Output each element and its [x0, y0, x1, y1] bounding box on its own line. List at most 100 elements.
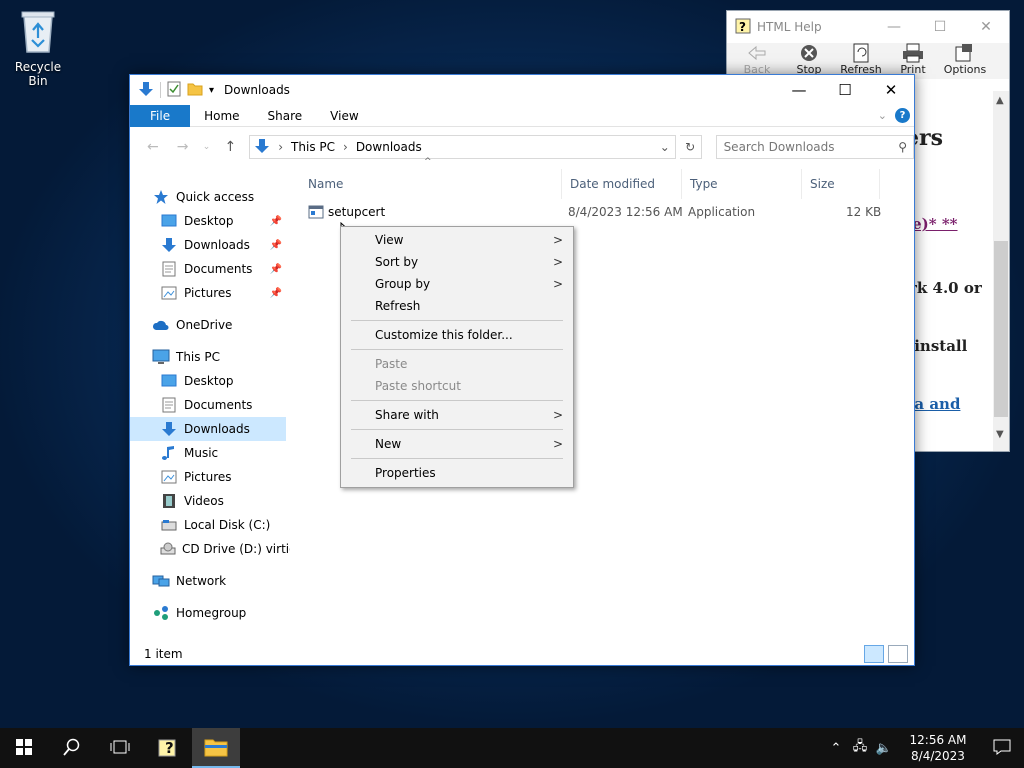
menu-item-sort-by[interactable]: Sort by >: [341, 251, 573, 273]
tab-home[interactable]: Home: [190, 105, 253, 127]
nav-pc-videos[interactable]: Videos: [160, 489, 286, 513]
search-taskbar-button[interactable]: [48, 728, 96, 768]
task-view-button[interactable]: [96, 728, 144, 768]
nav-qa-downloads[interactable]: Downloads 📌: [160, 233, 286, 257]
nav-qa-pictures[interactable]: Pictures 📌: [160, 281, 286, 305]
details-view-icon[interactable]: [864, 645, 884, 663]
scroll-up-icon[interactable]: ▲: [996, 95, 1004, 106]
explorer-maximize-button[interactable]: ☐: [822, 75, 868, 105]
qa-dropdown-icon[interactable]: ▾: [209, 85, 214, 96]
column-type[interactable]: Type: [682, 169, 802, 199]
tab-view[interactable]: View: [316, 105, 372, 127]
menu-item-properties[interactable]: Properties: [341, 462, 573, 484]
options-icon: [939, 43, 991, 63]
recent-locations-icon[interactable]: ⌄: [200, 142, 214, 152]
taskbar-html-help[interactable]: ?: [144, 728, 192, 768]
help-close-button[interactable]: ✕: [963, 19, 1009, 35]
breadcrumb-separator[interactable]: ›: [278, 140, 283, 154]
menu-item-refresh[interactable]: Refresh: [341, 295, 573, 317]
svg-text:?: ?: [165, 739, 174, 757]
nav-onedrive[interactable]: OneDrive: [152, 313, 308, 337]
menu-item-new[interactable]: New >: [341, 433, 573, 455]
volume-muted-icon[interactable]: 🔈: [872, 741, 896, 756]
clock[interactable]: 12:56 AM 8/4/2023: [896, 732, 980, 764]
nav-homegroup[interactable]: Homegroup: [152, 601, 308, 625]
application-icon: [308, 205, 324, 219]
back-button[interactable]: ←: [140, 139, 166, 155]
file-row[interactable]: setupcert 8/4/2023 12:56 AM Application …: [300, 199, 900, 225]
nav-qa-desktop[interactable]: Desktop 📌: [160, 209, 286, 233]
pin-icon[interactable]: 📌: [270, 288, 282, 299]
explorer-close-button[interactable]: ✕: [868, 75, 914, 105]
ribbon-expand-chevron-icon[interactable]: ⌄: [878, 109, 887, 122]
help-question-icon: ?: [157, 736, 179, 761]
nav-this-pc[interactable]: This PC: [152, 345, 308, 369]
item-count: 1 item: [144, 647, 183, 661]
qa-divider: [160, 82, 161, 98]
menu-item-view[interactable]: View >: [341, 229, 573, 251]
large-icons-view-icon[interactable]: [888, 645, 908, 663]
submenu-chevron-icon: >: [552, 233, 563, 247]
help-scrollbar[interactable]: ▲ ▼: [993, 91, 1009, 451]
desktop-icon: [160, 373, 178, 389]
explorer-minimize-button[interactable]: —: [776, 75, 822, 105]
refresh-button[interactable]: ↻: [679, 135, 702, 159]
scroll-down-icon[interactable]: ▼: [996, 429, 1004, 440]
recycle-bin-desktop-icon[interactable]: Recycle Bin: [6, 8, 70, 88]
nav-qa-documents[interactable]: Documents 📌: [160, 257, 286, 281]
nav-pc-cd-drive[interactable]: CD Drive (D:) virtio-: [160, 537, 290, 561]
breadcrumb-separator[interactable]: ›: [343, 140, 348, 154]
action-center-button[interactable]: [980, 739, 1024, 758]
nav-quick-access[interactable]: Quick access: [152, 185, 308, 209]
network-status-icon[interactable]: 🖧: [848, 737, 872, 759]
menu-label: Refresh: [375, 299, 421, 313]
pin-icon[interactable]: 📌: [270, 216, 282, 227]
menu-item-share-with[interactable]: Share with >: [341, 404, 573, 426]
column-name[interactable]: Name: [300, 169, 562, 199]
nav-pc-pictures[interactable]: Pictures: [160, 465, 286, 489]
nav-pc-downloads[interactable]: Downloads: [130, 417, 286, 441]
breadcrumb-this-pc[interactable]: This PC: [291, 140, 335, 154]
address-dropdown-icon[interactable]: ⌄: [655, 140, 675, 154]
pin-icon[interactable]: 📌: [270, 264, 282, 275]
menu-label: Share with: [375, 408, 439, 422]
menu-item-group-by[interactable]: Group by >: [341, 273, 573, 295]
menu-separator: [351, 458, 563, 459]
pin-icon[interactable]: 📌: [270, 240, 282, 251]
nav-pc-local-disk[interactable]: Local Disk (C:): [160, 513, 286, 537]
start-button[interactable]: [0, 728, 48, 768]
tab-share[interactable]: Share: [254, 105, 317, 127]
column-size[interactable]: Size: [802, 169, 880, 199]
help-scroll-thumb[interactable]: [994, 241, 1008, 417]
nav-pc-music[interactable]: Music: [160, 441, 286, 465]
nav-label: Documents: [184, 398, 253, 412]
new-folder-icon[interactable]: [187, 82, 203, 99]
search-input[interactable]: Search Downloads ⚲: [715, 135, 914, 159]
taskbar-file-explorer[interactable]: [192, 728, 240, 768]
nav-pc-documents[interactable]: Documents: [160, 393, 286, 417]
help-maximize-button[interactable]: ☐: [917, 19, 963, 35]
navigation-pane: Quick access Desktop 📌 Downloads 📌 Docum…: [130, 179, 290, 639]
help-icon[interactable]: ?: [895, 108, 910, 123]
file-date-cell: 8/4/2023 12:56 AM: [568, 205, 683, 219]
tab-file[interactable]: File: [130, 104, 191, 127]
nav-network[interactable]: Network: [152, 569, 308, 593]
properties-check-icon[interactable]: [167, 81, 181, 100]
help-minimize-button[interactable]: —: [871, 19, 917, 35]
breadcrumb-downloads[interactable]: Downloads: [356, 140, 422, 154]
forward-button[interactable]: →: [170, 139, 196, 155]
menu-label: View: [375, 233, 404, 247]
menu-separator: [351, 320, 563, 321]
nav-pc-desktop[interactable]: Desktop: [160, 369, 286, 393]
address-bar[interactable]: › This PC › Downloads ⌄: [249, 135, 676, 159]
tray-overflow-chevron-icon[interactable]: ⌃: [824, 741, 848, 756]
menu-item-customize-folder[interactable]: Customize this folder...: [341, 324, 573, 346]
status-bar: 1 item: [130, 643, 914, 665]
help-titlebar[interactable]: ? HTML Help — ☐ ✕: [727, 11, 1009, 43]
up-button[interactable]: ↑: [217, 139, 243, 155]
help-options-button[interactable]: Options: [939, 43, 991, 79]
explorer-titlebar[interactable]: ▾ Downloads — ☐ ✕: [130, 75, 914, 105]
hard-drive-icon: [160, 517, 178, 533]
column-date-modified[interactable]: Date modified: [562, 169, 682, 199]
cloud-icon: [152, 317, 170, 333]
